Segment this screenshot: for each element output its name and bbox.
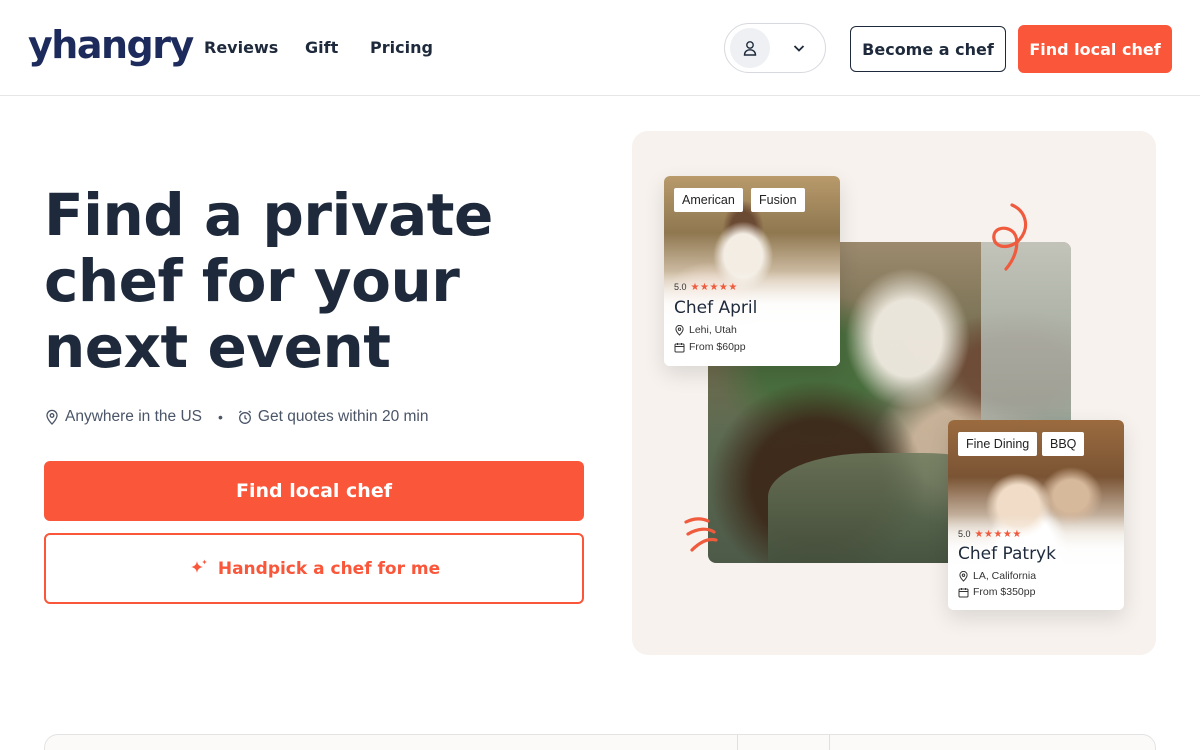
- handpick-chef-button[interactable]: Handpick a chef for me: [44, 533, 584, 604]
- nav-pricing[interactable]: Pricing: [370, 38, 433, 58]
- hero-title: Find a private chef for your next event: [44, 182, 564, 380]
- cuisine-tag: American: [674, 188, 743, 212]
- star-rating-icons: ★★★★★: [974, 528, 1022, 540]
- hero-title-line-2: chef for your: [44, 247, 460, 315]
- chef-rating: 5.0 ★★★★★: [958, 527, 1022, 541]
- chef-name: Chef April: [674, 298, 758, 318]
- become-chef-button[interactable]: Become a chef: [850, 26, 1006, 72]
- find-local-chef-header-button[interactable]: Find local chef: [1018, 25, 1172, 73]
- meta-separator: •: [218, 409, 223, 425]
- chef-name: Chef Patryk: [958, 544, 1056, 564]
- chef-price: From $60pp: [674, 340, 746, 354]
- chef-price: From $350pp: [958, 585, 1035, 599]
- cuisine-tag: BBQ: [1042, 432, 1085, 456]
- rating-value: 5.0: [958, 529, 971, 539]
- nav-reviews[interactable]: Reviews: [204, 38, 278, 58]
- chef-rating: 5.0 ★★★★★: [674, 280, 738, 294]
- rating-value: 5.0: [674, 282, 687, 292]
- hero-title-line-3: next event: [44, 313, 391, 381]
- account-menu-button[interactable]: [724, 23, 826, 73]
- chef-card-april[interactable]: American Fusion 5.0 ★★★★★ Chef April Leh…: [664, 176, 840, 366]
- hero-visual-panel: American Fusion 5.0 ★★★★★ Chef April Leh…: [632, 131, 1156, 655]
- hero-location-text: Anywhere in the US: [65, 408, 202, 425]
- logo[interactable]: yhangry: [28, 22, 194, 68]
- calendar-icon: [958, 587, 969, 598]
- handpick-chef-label: Handpick a chef for me: [217, 558, 441, 579]
- alarm-clock-icon: [237, 409, 253, 425]
- chef-location: LA, California: [958, 569, 1036, 583]
- map-pin-icon: [958, 570, 969, 582]
- user-icon: [730, 28, 770, 68]
- sparkle-icon: [188, 558, 210, 580]
- next-section-preview: [44, 734, 1156, 750]
- calendar-icon: [674, 342, 685, 353]
- chef-card-patryk[interactable]: Fine Dining BBQ 5.0 ★★★★★ Chef Patryk LA…: [948, 420, 1124, 610]
- decorative-squiggle-bottom: [684, 517, 718, 552]
- decorative-squiggle-top: [992, 203, 1028, 271]
- hero-title-line-1: Find a private: [44, 181, 493, 249]
- find-local-chef-button[interactable]: Find local chef: [44, 461, 584, 521]
- chef-location: Lehi, Utah: [674, 323, 737, 337]
- chevron-down-icon: [789, 38, 809, 58]
- nav-gift[interactable]: Gift: [305, 38, 338, 58]
- hero-quotes-text: Get quotes within 20 min: [257, 408, 429, 425]
- cuisine-tag: Fusion: [751, 188, 805, 212]
- cuisine-tag: Fine Dining: [958, 432, 1038, 456]
- hero-meta: Anywhere in the US • Get quotes within 2…: [44, 406, 429, 428]
- star-rating-icons: ★★★★★: [690, 281, 738, 293]
- map-pin-icon: [674, 324, 685, 336]
- map-pin-icon: [44, 409, 60, 425]
- site-header: yhangry Reviews Gift Pricing Become a ch…: [0, 0, 1200, 96]
